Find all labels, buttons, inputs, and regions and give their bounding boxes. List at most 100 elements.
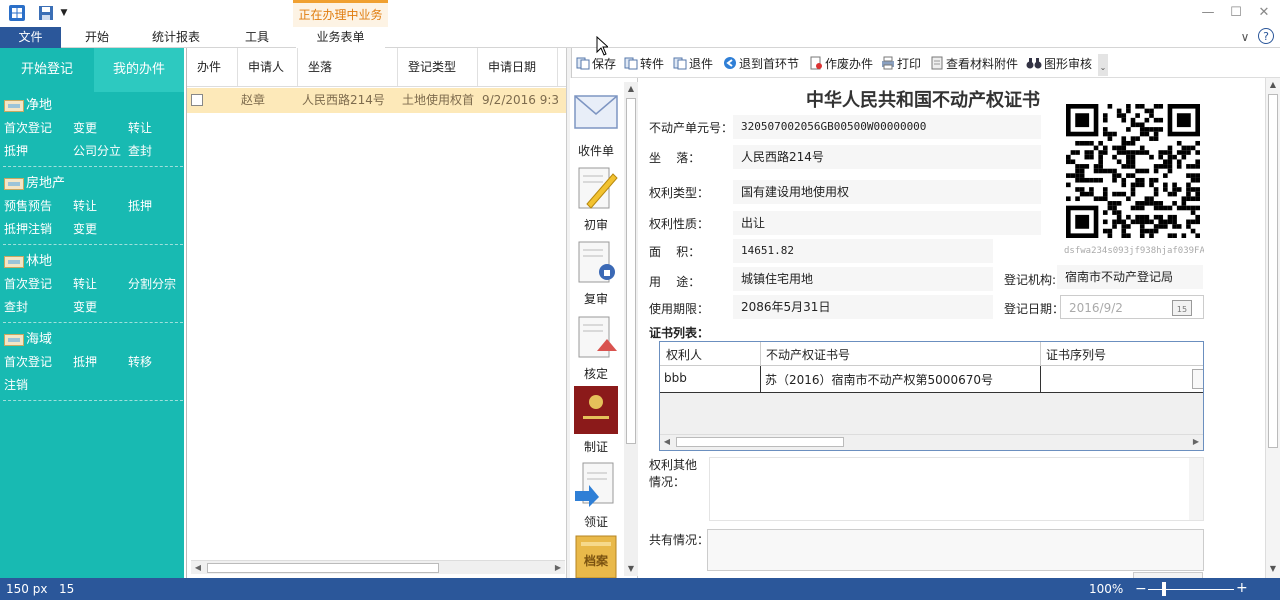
cert-col-serial[interactable]: 证书序列号 — [1040, 342, 1111, 366]
tab-home[interactable]: 开始 — [70, 27, 124, 48]
right-type-field[interactable]: 国有建设用地使用权 — [733, 180, 1041, 204]
form-vertical-scrollbar[interactable]: ▲ ▼ — [1265, 78, 1280, 578]
link-change[interactable]: 变更 — [73, 120, 97, 136]
link-split[interactable]: 分割分宗 — [128, 276, 176, 292]
table-row[interactable]: bbb 苏（2016）宿南市不动产权第5000670号 — [660, 366, 1203, 393]
link-first-registration[interactable]: 首次登记 — [4, 354, 52, 370]
period-field[interactable]: 2086年5月31日 — [733, 295, 993, 319]
table-row[interactable]: 赵章 人民西路214号 土地使用权首 9/2/2016 9:3 — [187, 88, 567, 113]
textarea-scrollbar[interactable] — [1189, 458, 1203, 520]
tab-my-cases[interactable]: 我的办件 — [94, 48, 184, 92]
col-header-date[interactable]: 申请日期 — [478, 48, 558, 86]
graphic-review-button[interactable]: 图形审核 — [1026, 54, 1092, 72]
folder-icon — [4, 256, 24, 268]
scroll-up-icon[interactable]: ▲ — [1266, 78, 1280, 92]
save-button[interactable]: 保存 — [576, 54, 616, 72]
link-mortgage[interactable]: 抵押 — [128, 198, 152, 214]
scroll-left-icon[interactable]: ◀ — [660, 435, 674, 449]
other-info-textarea[interactable] — [709, 457, 1204, 521]
link-seizure[interactable]: 查封 — [128, 143, 152, 159]
dropdown-arrow-icon[interactable]: ▼ — [59, 4, 69, 22]
link-cancel[interactable]: 注销 — [4, 377, 28, 393]
other-info-label: 权利其他 情况： — [649, 458, 698, 489]
reg-org-field[interactable]: 宿南市不动产登记局 — [1057, 265, 1203, 289]
link-mortgage[interactable]: 抵押 — [4, 143, 28, 159]
view-attachments-button[interactable]: 查看材料附件 — [930, 54, 1018, 72]
scroll-right-icon[interactable]: ▶ — [1189, 435, 1203, 449]
unit-no-field[interactable]: 320507002056GB00500W00000000 — [733, 115, 1041, 139]
location-field[interactable]: 人民西路214号 — [733, 145, 1041, 169]
cert-col-holder[interactable]: 权利人 — [666, 346, 702, 363]
zoom-in-icon[interactable]: + — [1236, 581, 1248, 595]
cert-col-no[interactable]: 不动产权证书号 — [760, 342, 855, 366]
link-change[interactable]: 变更 — [73, 221, 97, 237]
usage-field[interactable]: 城镇住宅用地 — [733, 267, 993, 291]
back-circle-icon — [724, 57, 736, 69]
folder-icon — [4, 334, 24, 346]
right-nature-field[interactable]: 出让 — [733, 211, 1041, 235]
col-header-location[interactable]: 坐落 — [298, 48, 398, 86]
share-textarea[interactable] — [707, 529, 1204, 571]
envelope-icon — [574, 95, 618, 129]
collapse-ribbon-icon[interactable]: ∨ — [1236, 27, 1254, 48]
close-icon[interactable]: ✕ — [1250, 2, 1278, 24]
usage-label: 用 途： — [649, 275, 701, 289]
link-move[interactable]: 转移 — [128, 354, 152, 370]
link-mortgage[interactable]: 抵押 — [73, 354, 97, 370]
right-type-label: 权利类型： — [649, 186, 710, 200]
scroll-thumb[interactable] — [207, 563, 439, 573]
zoom-out-icon[interactable]: − — [1135, 582, 1147, 596]
cert-horizontal-scrollbar[interactable]: ◀ ▶ — [660, 434, 1203, 448]
floppy-disk-icon[interactable] — [38, 4, 54, 22]
qr-code-icon — [1066, 104, 1200, 238]
tab-business-form[interactable]: 业务表单 — [296, 27, 385, 48]
windows-logo-icon[interactable] — [8, 4, 26, 22]
link-transfer[interactable]: 转让 — [73, 198, 97, 214]
col-header-case[interactable]: 办件 — [187, 48, 238, 86]
toolbar-overflow-icon[interactable]: ⌄ — [1098, 54, 1108, 76]
list-horizontal-scrollbar[interactable]: ◀ ▶ — [191, 560, 565, 574]
link-presale[interactable]: 预售预告 — [4, 198, 52, 214]
scroll-down-icon[interactable]: ▼ — [624, 562, 638, 576]
step-bar-scrollbar[interactable]: ▲ ▼ — [624, 82, 638, 576]
minimize-icon[interactable]: — — [1194, 2, 1222, 24]
link-company-split[interactable]: 公司分立 — [73, 143, 121, 159]
tab-reports[interactable]: 统计报表 — [140, 27, 212, 48]
print-button[interactable]: 打印 — [881, 54, 921, 72]
scroll-left-icon[interactable]: ◀ — [191, 561, 205, 575]
scroll-down-icon[interactable]: ▼ — [1266, 562, 1280, 576]
col-header-reg-type[interactable]: 登记类型 — [398, 48, 478, 86]
link-transfer[interactable]: 转让 — [128, 120, 152, 136]
row-checkbox[interactable] — [191, 94, 203, 106]
calendar-icon[interactable]: 15 — [1172, 300, 1192, 316]
zoom-slider-thumb[interactable] — [1162, 582, 1166, 596]
scroll-thumb[interactable] — [626, 98, 636, 444]
link-first-registration[interactable]: 首次登记 — [4, 120, 52, 136]
back-to-first-step-button[interactable]: 退到首环节 — [723, 54, 799, 72]
printer-icon — [882, 56, 894, 70]
void-case-button[interactable]: 作废办件 — [809, 54, 873, 72]
link-mortgage-cancel[interactable]: 抵押注销 — [4, 221, 52, 237]
help-icon[interactable]: ? — [1258, 28, 1274, 44]
scroll-thumb[interactable] — [676, 437, 844, 447]
scroll-right-icon[interactable]: ▶ — [551, 561, 565, 575]
maximize-icon[interactable]: ☐ — [1222, 2, 1250, 24]
qr-caption: dsfwa234s093jf938hjaf039FA — [1064, 246, 1204, 256]
cert-serial-cell[interactable] — [1040, 366, 1190, 393]
cert-list-label: 证书列表： — [649, 326, 710, 340]
area-field[interactable]: 14651.82 — [733, 239, 993, 263]
link-seizure[interactable]: 查封 — [4, 299, 28, 315]
link-first-registration[interactable]: 首次登记 — [4, 276, 52, 292]
tab-file[interactable]: 文件 — [0, 27, 61, 48]
zoom-slider-track[interactable] — [1148, 589, 1234, 590]
link-transfer[interactable]: 转让 — [73, 276, 97, 292]
tab-start-registration[interactable]: 开始登记 — [0, 48, 94, 92]
col-header-applicant[interactable]: 申请人 — [238, 48, 298, 86]
row-action-button[interactable] — [1192, 369, 1203, 389]
link-change[interactable]: 变更 — [73, 299, 97, 315]
tab-tools[interactable]: 工具 — [232, 27, 282, 48]
scroll-up-icon[interactable]: ▲ — [624, 82, 638, 96]
return-button[interactable]: 退件 — [673, 54, 713, 72]
transfer-button[interactable]: 转件 — [624, 54, 664, 72]
scroll-thumb[interactable] — [1268, 94, 1278, 448]
